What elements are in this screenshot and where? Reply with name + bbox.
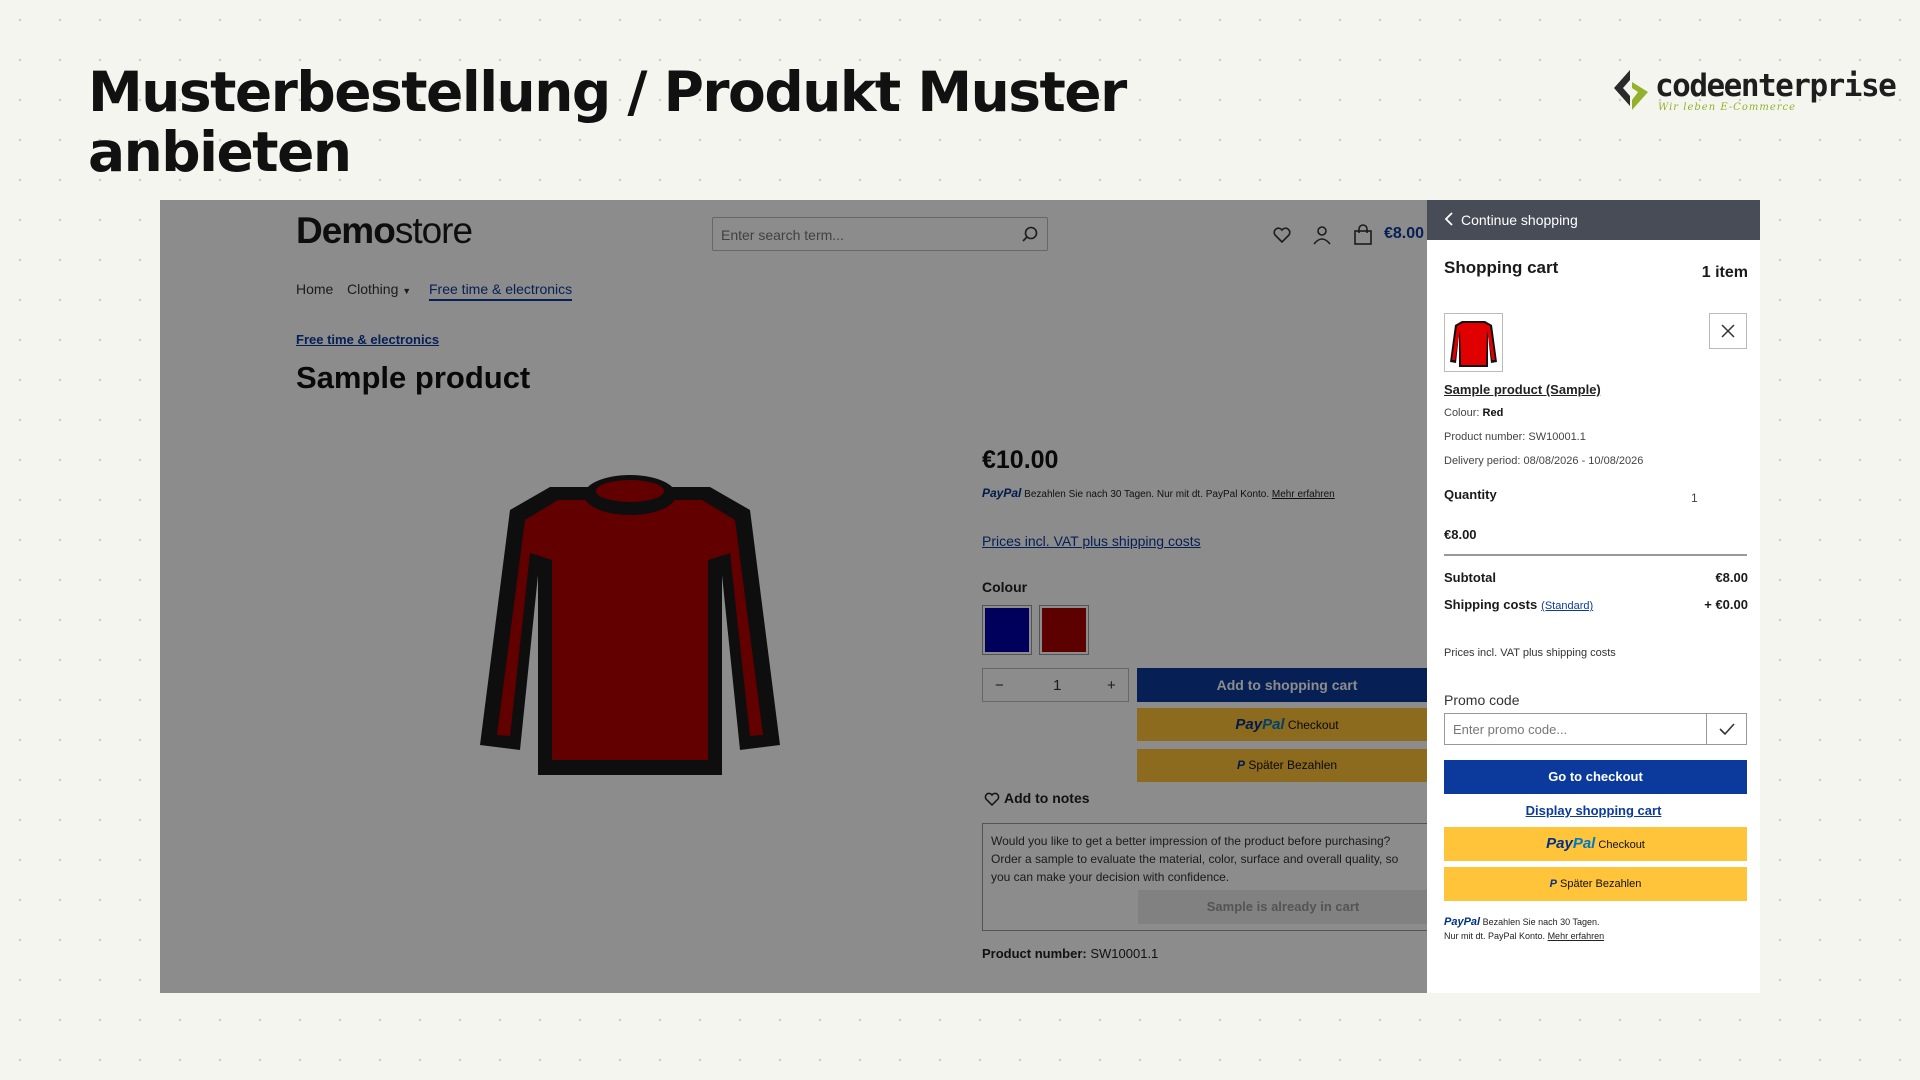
cart-item-shirt-image bbox=[1450, 321, 1497, 367]
page-backdrop[interactable] bbox=[160, 200, 1427, 993]
brand-tagline: Wir leben E-Commerce bbox=[1658, 102, 1797, 113]
quantity-value[interactable]: 1 bbox=[1691, 491, 1698, 505]
promo-code-input[interactable]: Enter promo code... bbox=[1444, 713, 1707, 745]
continue-shopping-button[interactable]: Continue shopping bbox=[1427, 200, 1760, 240]
shipping-costs-label: Shipping costs bbox=[1444, 597, 1538, 612]
offcanvas-paypal-brand: PayPal bbox=[1444, 916, 1481, 928]
shipping-value: + €0.00 bbox=[1704, 597, 1748, 612]
cart-title: Shopping cart bbox=[1444, 258, 1559, 277]
cart-item-product-number: Product number: SW10001.1 bbox=[1444, 431, 1586, 443]
offcanvas-paypal-fine-1: PayPal Bezahlen Sie nach 30 Tagen. bbox=[1444, 916, 1600, 928]
offcanvas-paypal-wordmark: PayPal bbox=[1546, 835, 1595, 852]
checkmark-icon bbox=[1719, 723, 1735, 736]
offcanvas-paypal-more-link[interactable]: Mehr erfahren bbox=[1548, 931, 1605, 941]
vat-note: Prices incl. VAT plus shipping costs bbox=[1444, 647, 1616, 659]
fine-line-1: Bezahlen Sie nach 30 Tagen. bbox=[1482, 917, 1600, 927]
promo-submit-button[interactable] bbox=[1706, 713, 1747, 745]
cart-item-colour: Colour: Red bbox=[1444, 407, 1503, 419]
slide-title: Musterbestellung / Produkt Muster anbiet… bbox=[88, 60, 1127, 184]
continue-shopping-label: Continue shopping bbox=[1461, 212, 1578, 228]
remove-item-button[interactable] bbox=[1709, 313, 1747, 349]
subtotal-value: €8.00 bbox=[1715, 570, 1748, 585]
offcanvas-paypal-checkout-button[interactable]: PayPal Checkout bbox=[1444, 827, 1747, 861]
offcanvas-paypal-checkout-label: Checkout bbox=[1598, 839, 1645, 851]
cart-item-delivery: Delivery period: 08/08/2026 - 10/08/2026 bbox=[1444, 455, 1644, 467]
chevron-left-icon bbox=[1444, 212, 1453, 226]
cart-offcanvas: Continue shopping Shopping cart 1 item S… bbox=[1427, 200, 1760, 993]
display-cart-link[interactable]: Display shopping cart bbox=[1427, 803, 1760, 818]
shop-screenshot: Demostore Enter search term... €8.00 Hom… bbox=[160, 200, 1760, 993]
brand-logo: codeenterprise Wir leben E-Commerce bbox=[1608, 64, 1897, 120]
subtotal-label: Subtotal bbox=[1444, 570, 1496, 585]
cart-item-name-link[interactable]: Sample product (Sample) bbox=[1444, 382, 1601, 397]
brand-name: codeenterprise bbox=[1655, 68, 1897, 104]
cart-item-colour-value: Red bbox=[1482, 407, 1504, 419]
cart-item-count: 1 item bbox=[1701, 264, 1748, 281]
shipping-costs: Shipping costs (Standard) bbox=[1444, 597, 1593, 612]
go-to-checkout-button[interactable]: Go to checkout bbox=[1444, 760, 1747, 794]
cart-item-colour-label: Colour: bbox=[1444, 407, 1480, 419]
offcanvas-paypal-later-label: Später Bezahlen bbox=[1560, 878, 1642, 890]
offcanvas-wordmark-pal: Pal bbox=[1572, 835, 1596, 852]
line-item-price: €8.00 bbox=[1444, 527, 1477, 542]
promo-code-label: Promo code bbox=[1444, 692, 1520, 708]
offcanvas-paypal-later-button[interactable]: P Später Bezahlen bbox=[1444, 867, 1747, 901]
quantity-label: Quantity bbox=[1444, 487, 1497, 502]
close-icon bbox=[1721, 324, 1735, 338]
brand-mark-icon bbox=[1614, 70, 1648, 110]
summary-divider bbox=[1444, 554, 1747, 556]
cart-item-thumbnail[interactable] bbox=[1444, 313, 1503, 372]
offcanvas-paypal-fine-2: Nur mit dt. PayPal Konto. Mehr erfahren bbox=[1444, 931, 1604, 941]
offcanvas-wordmark-pay: Pay bbox=[1546, 835, 1573, 852]
fine-line-2: Nur mit dt. PayPal Konto. bbox=[1444, 931, 1546, 941]
offcanvas-paypal-p-icon: P bbox=[1549, 878, 1557, 890]
shipping-method-link[interactable]: (Standard) bbox=[1541, 600, 1593, 612]
